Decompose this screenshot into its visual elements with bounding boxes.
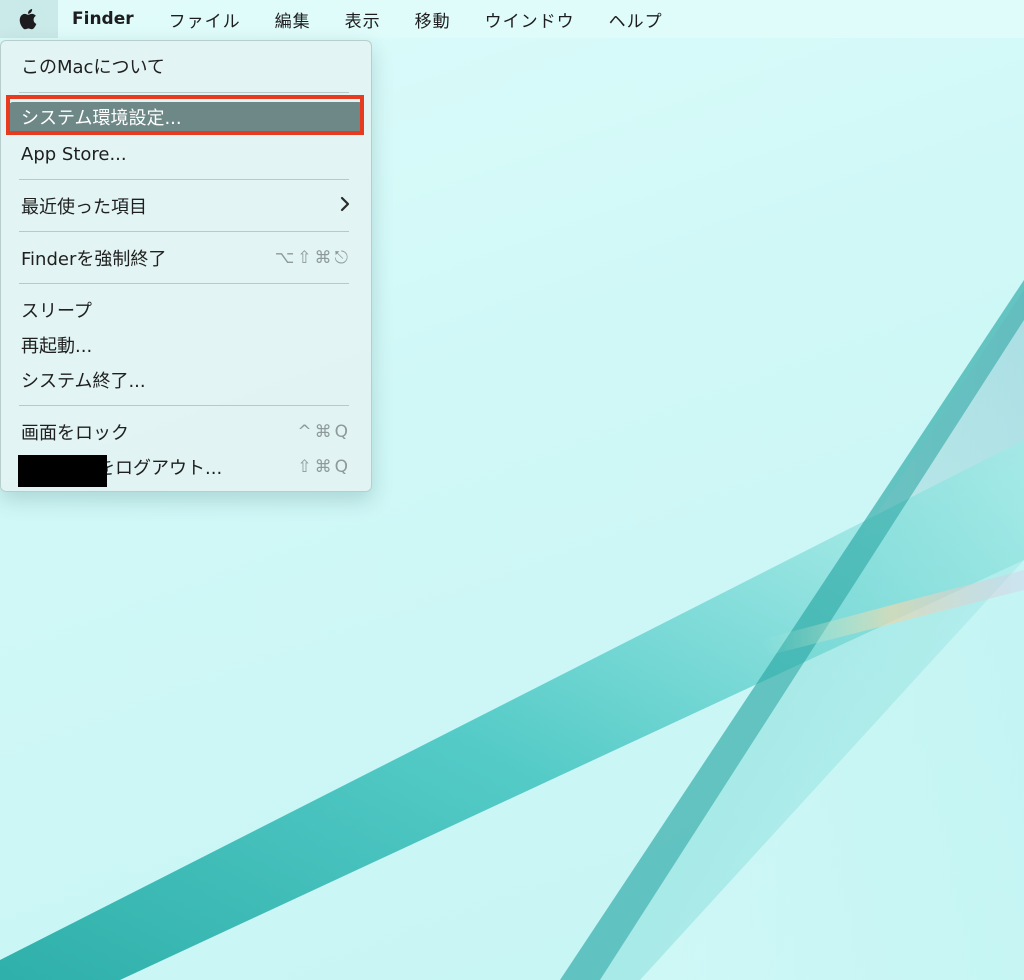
menubar-help[interactable]: ヘルプ xyxy=(592,0,680,38)
menu-item-label: 画面をロック xyxy=(21,423,129,444)
menu-item-about-this-mac[interactable]: このMacについて xyxy=(9,49,363,83)
menubar-file[interactable]: ファイル xyxy=(152,0,258,38)
menubar-edit[interactable]: 編集 xyxy=(258,0,328,38)
menubar-view[interactable]: 表示 xyxy=(328,0,398,38)
keyboard-shortcut: ^⌘Q xyxy=(297,422,351,442)
menubar-go[interactable]: 移動 xyxy=(398,0,468,38)
menu-item-recent-items[interactable]: 最近使った項目 xyxy=(9,189,363,223)
menu-separator xyxy=(19,92,349,93)
menu-item-label: このMacについて xyxy=(21,57,165,78)
menu-item-label: 最近使った項目 xyxy=(21,197,147,218)
annotation-highlight-frame xyxy=(6,95,364,135)
redacted-username xyxy=(18,455,107,487)
menu-item-logout-label-wrap: をログアウト... xyxy=(18,454,297,487)
menu-separator xyxy=(19,179,349,180)
menu-item-label: Finderを強制終了 xyxy=(21,249,167,270)
menu-separator xyxy=(19,231,349,232)
menubar-app-finder[interactable]: Finder xyxy=(58,0,152,38)
menu-separator xyxy=(19,405,349,406)
apple-logo-icon xyxy=(19,9,37,30)
menu-item-restart[interactable]: 再起動... xyxy=(9,328,363,362)
menubar-window[interactable]: ウインドウ xyxy=(468,0,592,38)
keyboard-shortcut: ⇧⌘Q xyxy=(297,457,351,477)
menu-item-sleep[interactable]: スリープ xyxy=(9,293,363,327)
menu-item-label: システム終了... xyxy=(21,371,146,392)
menu-item-label: App Store... xyxy=(21,143,127,165)
menu-item-label: スリープ xyxy=(21,301,92,322)
menu-separator xyxy=(19,283,349,284)
apple-menu-button[interactable] xyxy=(0,0,58,38)
menu-bar: Finder ファイル 編集 表示 移動 ウインドウ ヘルプ xyxy=(0,0,1024,38)
menu-item-force-quit[interactable]: Finderを強制終了 ⌥⇧⌘⎋ xyxy=(9,241,363,275)
menu-item-shutdown[interactable]: システム終了... xyxy=(9,363,363,397)
menu-item-logout[interactable]: をログアウト... ⇧⌘Q xyxy=(9,450,363,487)
menu-item-label: 再起動... xyxy=(21,336,93,357)
apple-menu-dropdown: このMacについて システム環境設定... App Store... 最近使った… xyxy=(0,40,372,492)
menu-item-lock-screen[interactable]: 画面をロック ^⌘Q xyxy=(9,415,363,449)
menu-item-app-store[interactable]: App Store... xyxy=(9,137,363,171)
menu-item-label: をログアウト... xyxy=(97,458,223,479)
keyboard-shortcut: ⌥⇧⌘⎋ xyxy=(274,248,351,268)
chevron-right-icon xyxy=(339,195,351,217)
